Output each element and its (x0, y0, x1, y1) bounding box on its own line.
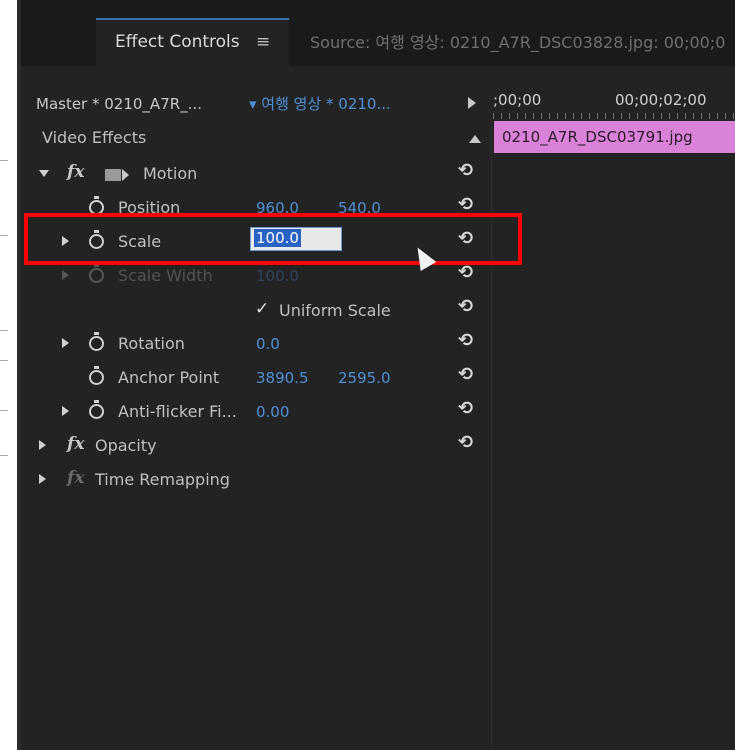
expand-triangle-icon[interactable] (62, 270, 69, 280)
motion-transform-icon (105, 169, 121, 181)
effect-label-motion: Motion (143, 164, 198, 183)
anti-flicker-value[interactable]: 0.00 (256, 403, 289, 421)
tab-effect-controls-label: Effect Controls (115, 32, 240, 52)
master-clip-label[interactable]: Master * 0210_A7R_... (36, 95, 202, 113)
property-row-uniform-scale[interactable]: ✓ Uniform Scale ⟲ (21, 294, 491, 328)
reset-icon[interactable]: ⟲ (458, 160, 473, 181)
property-row-rotation[interactable]: Rotation 0.0 ⟲ (21, 328, 491, 362)
timeline-start-time: ;00;00 (493, 91, 542, 109)
annotation-highlight-box (24, 213, 522, 265)
show-timeline-arrow-icon[interactable] (468, 97, 476, 109)
tab-source[interactable]: Source: 여행 영상: 0210_A7R_DSC03828.jpg: 00… (310, 29, 725, 53)
timeline-time-mark: 00;00;02;00 (615, 91, 707, 109)
tab-bar: Effect Controls ≡ Source: 여행 영상: 0210_A7… (21, 0, 735, 66)
timeline-clip[interactable]: 0210_A7R_DSC03791.jpg (494, 121, 735, 153)
stopwatch-icon[interactable] (89, 264, 104, 283)
property-label-scale-width: Scale Width (118, 266, 213, 285)
fx-icon[interactable]: fx (67, 468, 84, 488)
effect-row-time-remapping[interactable]: fx Time Remapping (21, 464, 491, 498)
fx-icon[interactable]: fx (67, 434, 84, 454)
effect-row-motion[interactable]: fx Motion ⟲ (21, 158, 491, 192)
property-label-anti-flicker: Anti-flicker Fi... (118, 402, 237, 421)
uniform-scale-checkbox[interactable]: ✓ (255, 299, 269, 319)
property-row-anchor-point[interactable]: Anchor Point 3890.5 2595.0 ⟲ (21, 362, 491, 396)
app-window: Effect Controls ≡ Source: 여행 영상: 0210_A7… (0, 0, 735, 750)
scroll-up-arrow-icon[interactable] (469, 135, 481, 143)
property-label-anchor-point: Anchor Point (118, 368, 220, 387)
left-panel-edge (0, 0, 18, 750)
reset-icon[interactable]: ⟲ (458, 194, 473, 215)
collapse-triangle-icon[interactable] (39, 170, 49, 177)
reset-icon[interactable]: ⟲ (458, 330, 473, 351)
motion-arrow-icon (122, 169, 129, 181)
effect-row-opacity[interactable]: fx Opacity ⟲ (21, 430, 491, 464)
panel-menu-icon[interactable]: ≡ (256, 32, 270, 52)
reset-icon[interactable]: ⟲ (458, 296, 473, 317)
expand-triangle-icon[interactable] (62, 406, 69, 416)
property-row-anti-flicker[interactable]: Anti-flicker Fi... 0.00 ⟲ (21, 396, 491, 430)
video-effects-header: Video Effects (42, 128, 147, 147)
reset-icon[interactable]: ⟲ (458, 398, 473, 419)
stopwatch-icon[interactable] (89, 332, 104, 351)
expand-triangle-icon[interactable] (62, 338, 69, 348)
reset-icon[interactable]: ⟲ (458, 262, 473, 283)
stopwatch-icon[interactable] (89, 366, 104, 385)
uniform-scale-label: Uniform Scale (279, 301, 391, 320)
property-label-rotation: Rotation (118, 334, 185, 353)
anchor-point-x-value[interactable]: 3890.5 (256, 369, 309, 387)
stopwatch-icon[interactable] (89, 400, 104, 419)
reset-icon[interactable]: ⟲ (458, 432, 473, 453)
reset-icon[interactable]: ⟲ (458, 364, 473, 385)
fx-icon[interactable]: fx (67, 162, 84, 182)
scale-width-value[interactable]: 100.0 (256, 267, 299, 285)
effect-controls-panel: Master * 0210_A7R_... ▾ 여행 영상 * 0210... … (21, 66, 735, 750)
expand-triangle-icon[interactable] (39, 440, 46, 450)
timeline-clip-label: 0210_A7R_DSC03791.jpg (502, 128, 693, 146)
sequence-clip-dropdown[interactable]: ▾ 여행 영상 * 0210... (249, 93, 391, 114)
effect-label-opacity: Opacity (95, 436, 157, 455)
tab-effect-controls[interactable]: Effect Controls ≡ (96, 18, 289, 66)
rotation-value[interactable]: 0.0 (256, 335, 280, 353)
expand-triangle-icon[interactable] (39, 474, 46, 484)
anchor-point-y-value[interactable]: 2595.0 (338, 369, 391, 387)
timeline-ruler[interactable] (493, 113, 735, 119)
panel-header: Master * 0210_A7R_... ▾ 여행 영상 * 0210... … (21, 88, 735, 120)
effect-label-time-remapping: Time Remapping (95, 470, 230, 489)
